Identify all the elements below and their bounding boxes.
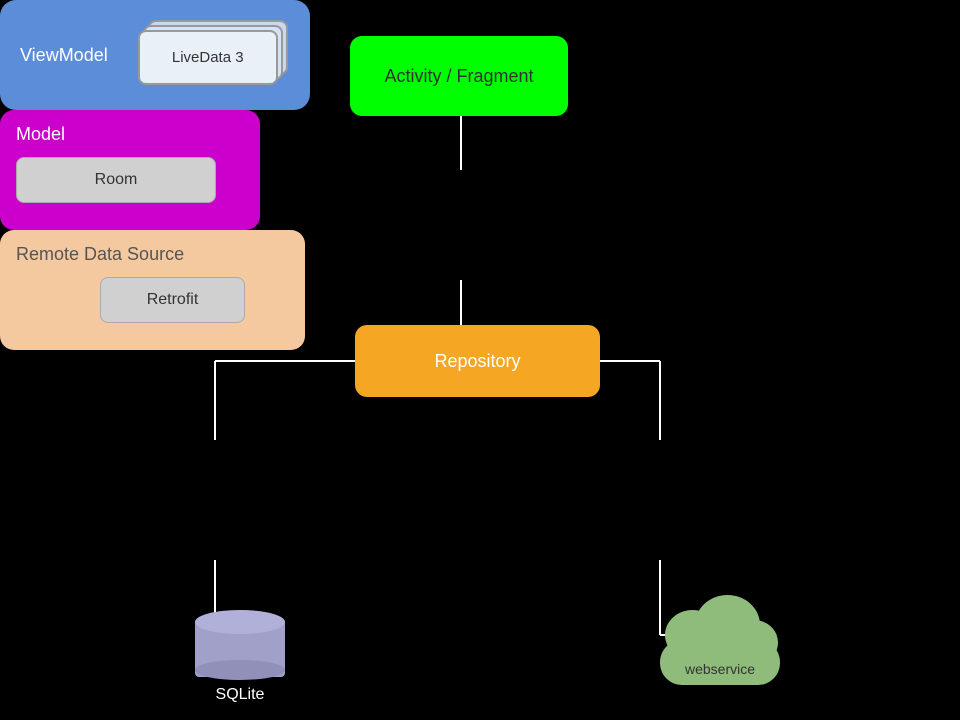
repository-label: Repository (434, 351, 520, 372)
webservice-container: webservice (650, 615, 790, 685)
repository-box: Repository (355, 325, 600, 397)
retrofit-label: Retrofit (147, 291, 199, 309)
retrofit-box: Retrofit (100, 277, 245, 323)
activity-fragment-box: Activity / Fragment (350, 36, 568, 116)
webservice-label: webservice (650, 661, 790, 677)
model-box: Model Room (0, 110, 260, 230)
room-label: Room (95, 171, 138, 189)
viewmodel-box: ViewModel LiveData 3 (0, 0, 310, 110)
room-box: Room (16, 157, 216, 203)
sqlite-label: SQLite (216, 686, 265, 704)
livedata-label: LiveData 3 (172, 49, 244, 66)
remote-data-source-label: Remote Data Source (16, 244, 184, 265)
cloud-bump3 (730, 620, 778, 665)
cylinder-top (195, 610, 285, 634)
livedata-stack: LiveData 3 (138, 20, 288, 90)
webservice-cloud: webservice (650, 615, 790, 685)
architecture-diagram: Activity / Fragment ViewModel LiveData 3… (0, 0, 960, 720)
sqlite-cylinder (195, 610, 285, 680)
sqlite-container: SQLite (195, 610, 285, 704)
livedata-card-front: LiveData 3 (138, 30, 278, 85)
model-label: Model (16, 124, 65, 145)
viewmodel-label: ViewModel (20, 45, 108, 66)
remote-data-source-box: Remote Data Source Retrofit (0, 230, 305, 350)
cylinder-bottom (195, 660, 285, 680)
activity-fragment-label: Activity / Fragment (384, 66, 533, 87)
